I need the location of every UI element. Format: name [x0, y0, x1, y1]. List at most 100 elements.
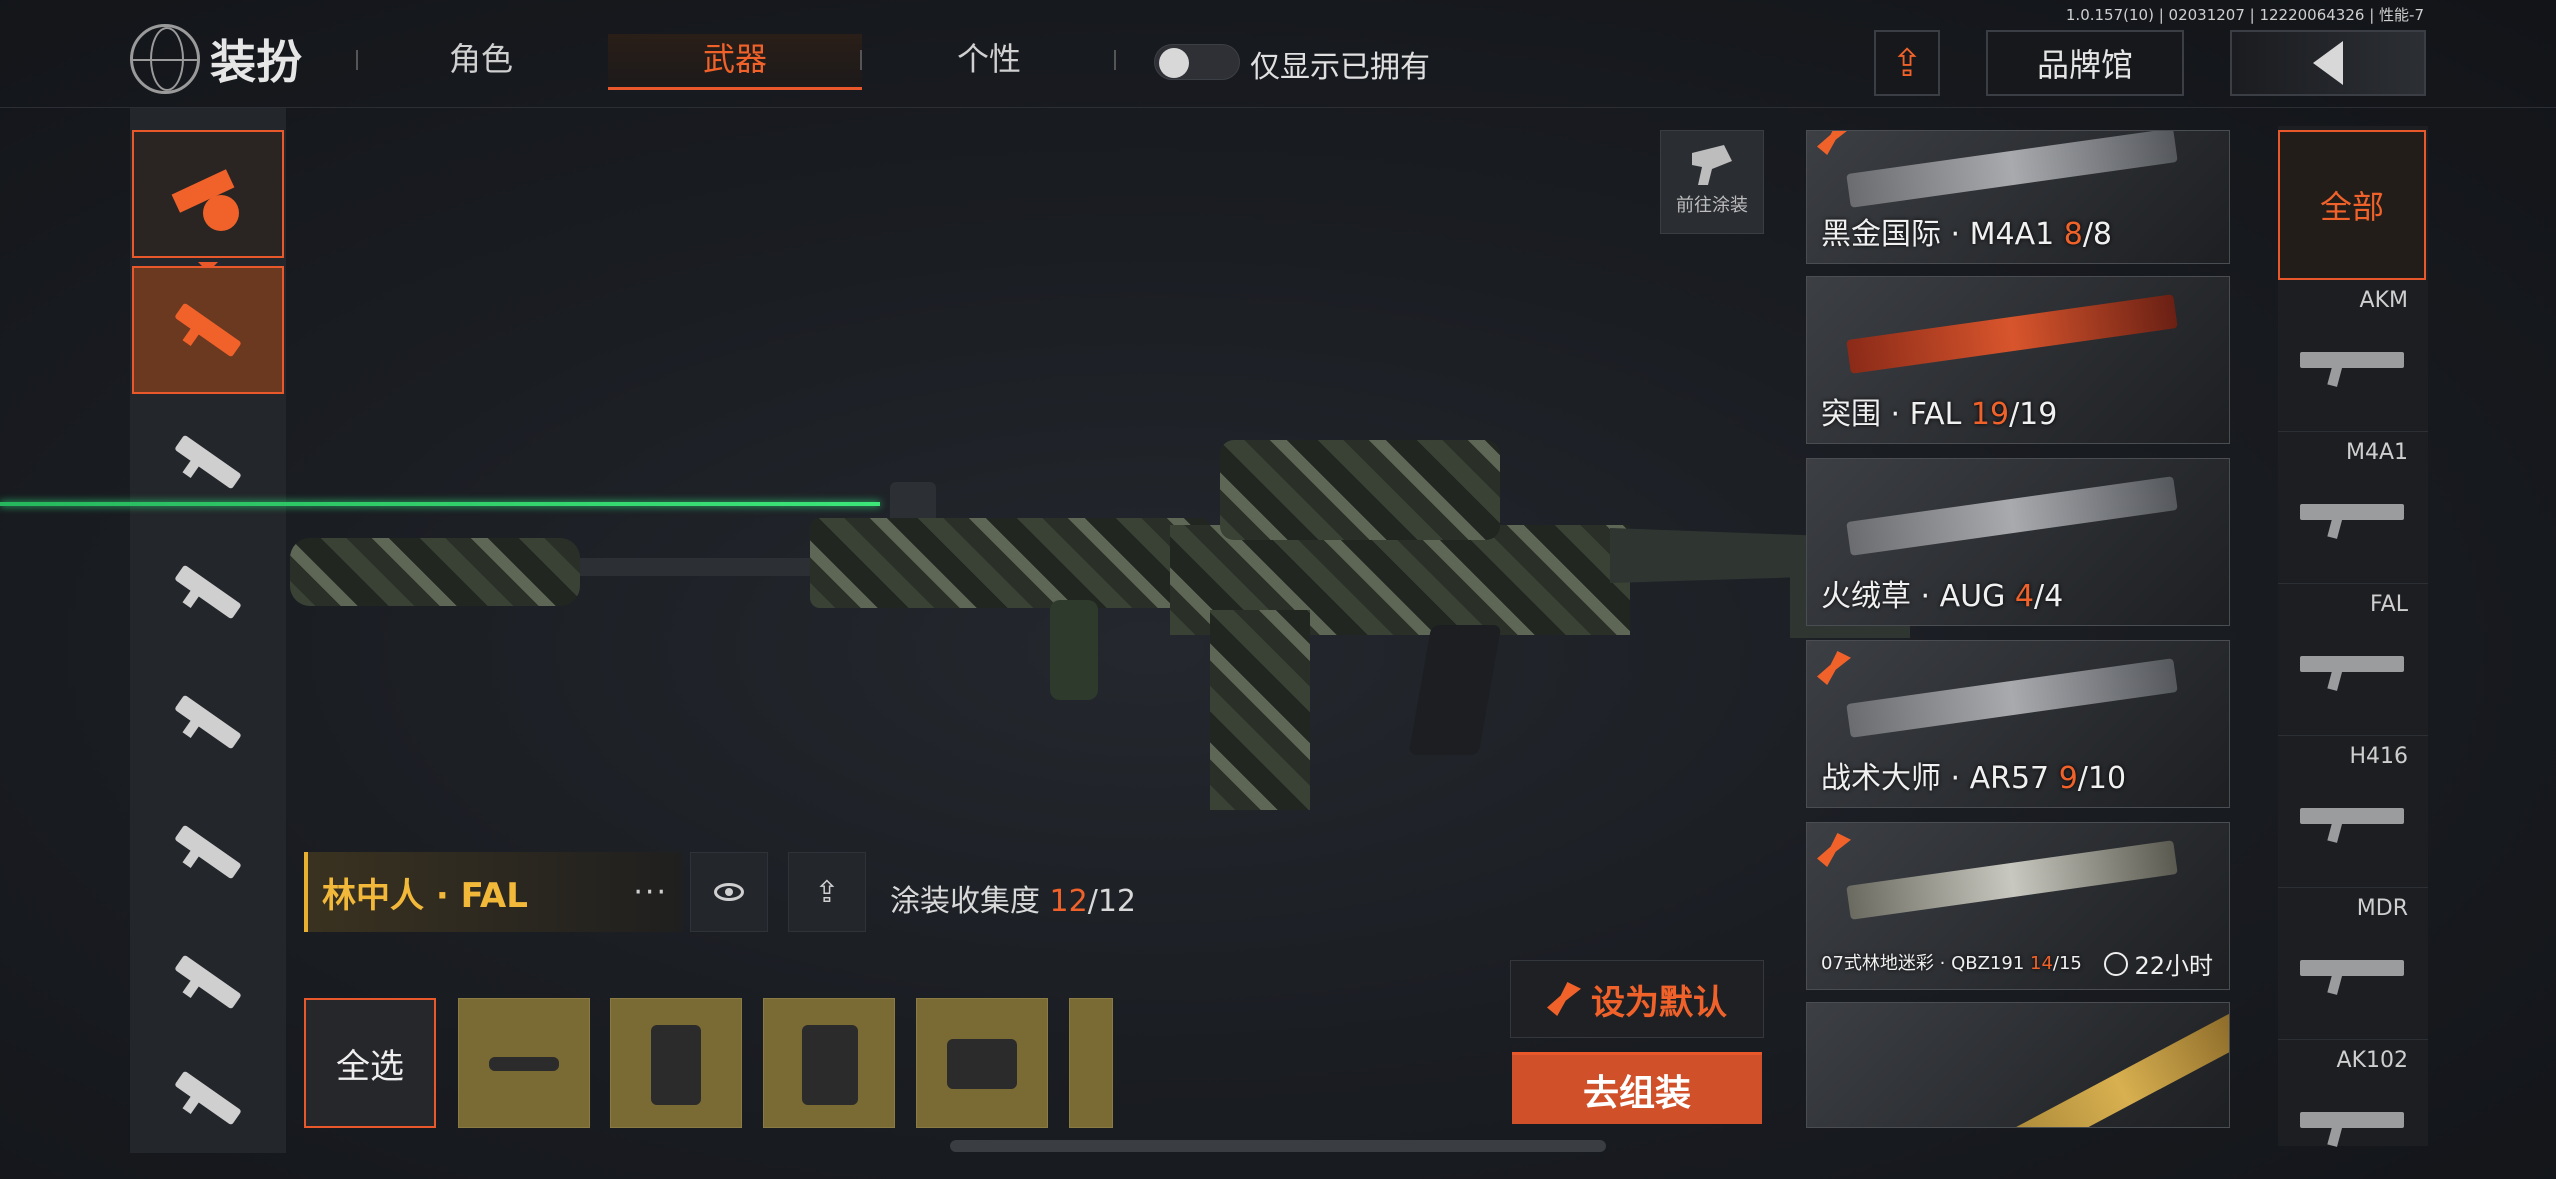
clock-icon	[2104, 951, 2129, 976]
skin-card[interactable]	[1806, 1002, 2230, 1128]
assemble-button[interactable]: 去组装	[1512, 1052, 1762, 1124]
skin-card[interactable]: 黑金国际 · M4A1 8/8	[1806, 130, 2230, 264]
brand-hall-button[interactable]: 品牌馆	[1986, 30, 2184, 96]
skin-card-label: 黑金国际 · M4A1 8/8	[1821, 217, 2113, 252]
sidebar-item-sniper[interactable]	[132, 528, 284, 656]
skin-card-image	[1846, 658, 2178, 738]
sidebar-item-rifle[interactable]	[132, 788, 284, 916]
marksman-rifle-icon	[174, 694, 242, 750]
filter-all[interactable]: 全部	[2278, 130, 2426, 280]
go-paint-label: 前往涂装	[1676, 195, 1748, 216]
collection-current: 12	[1049, 884, 1088, 919]
part-thumbnail	[802, 1025, 858, 1105]
rifle-icon	[2300, 808, 2404, 824]
rifle-icon	[2300, 960, 2404, 976]
assault-rifle-icon	[174, 302, 242, 358]
weapon-foregrip	[1050, 600, 1098, 700]
globe-icon	[130, 24, 200, 94]
home-indicator[interactable]	[950, 1140, 1606, 1152]
weapon-barrel	[570, 558, 830, 576]
weapon-type-sidebar	[130, 108, 286, 1153]
rifle-icon	[2300, 352, 2404, 368]
filter-item[interactable]: M4A1	[2278, 434, 2428, 584]
tab-personality[interactable]: 个性	[862, 34, 1116, 90]
part-thumbnail	[489, 1057, 559, 1071]
weapon-category-icon	[171, 159, 243, 231]
preview-button[interactable]	[690, 852, 768, 932]
part-slot[interactable]	[763, 998, 895, 1128]
paint-gun-icon	[1692, 145, 1732, 185]
paint-tag-icon	[1817, 131, 1851, 155]
paint-tag-icon	[1817, 651, 1851, 685]
weapon-suppressor	[290, 538, 580, 606]
skin-card-timer: 22小时	[2104, 946, 2213, 981]
owned-only-label: 仅显示已拥有	[1250, 50, 1430, 85]
sidebar-item-marksman[interactable]	[132, 658, 284, 786]
skin-card-label: 07式林地迷彩 · QBZ191 14/15	[1821, 953, 2082, 974]
skin-card-image	[1846, 840, 2178, 920]
filter-item[interactable]: AKM	[2278, 282, 2428, 432]
skin-name: 林中人 · FAL	[322, 875, 528, 916]
weapon-magazine	[1210, 610, 1310, 810]
filter-item[interactable]: MDR	[2278, 890, 2428, 1040]
paint-tag-icon	[1817, 833, 1851, 867]
shotgun-icon	[174, 954, 242, 1010]
rifle-icon	[174, 1070, 242, 1126]
select-all-button[interactable]: 全选	[304, 998, 436, 1128]
eye-icon	[714, 883, 744, 901]
rifle-icon	[2300, 656, 2404, 672]
skin-name-bar[interactable]: 林中人 · FAL ···	[304, 852, 682, 932]
part-slot[interactable]	[610, 998, 742, 1128]
skin-card[interactable]: 突围 · FAL 19/19	[1806, 276, 2230, 444]
part-slot[interactable]	[916, 998, 1048, 1128]
part-slot[interactable]	[458, 998, 590, 1128]
page-header: 装扮	[130, 24, 302, 94]
weapon-category-button[interactable]	[132, 130, 284, 258]
skin-card-image	[1968, 1003, 2229, 1127]
skin-card[interactable]: 战术大师 · AR57 9/10	[1806, 640, 2230, 808]
rifle-icon	[2300, 504, 2404, 520]
go-paint-button[interactable]: 前往涂装	[1660, 130, 1764, 234]
sidebar-item-shotgun[interactable]	[132, 918, 284, 1046]
rifle-icon	[2300, 1112, 2404, 1128]
tab-character[interactable]: 角色	[354, 34, 608, 90]
skin-card-image	[1846, 294, 2178, 374]
part-slot[interactable]	[1069, 998, 1113, 1128]
brush-icon	[1547, 982, 1581, 1016]
divider	[1114, 50, 1116, 70]
top-bar: 装扮 角色 武器 个性 仅显示已拥有 ⇪ 品牌馆	[0, 0, 2556, 108]
share-icon: ⇪	[1891, 41, 1923, 85]
weapon-filter-panel: 全部 AKM M4A1 FAL H416 MDR AK102	[2278, 126, 2428, 1146]
page-title: 装扮	[210, 35, 302, 89]
share-icon: ⇪	[814, 874, 840, 910]
back-arrow-icon	[2313, 41, 2343, 85]
weapon-preview[interactable]	[290, 430, 1910, 830]
set-default-label: 设为默认	[1591, 982, 1727, 1023]
part-thumbnail	[651, 1025, 701, 1105]
back-button[interactable]	[2230, 30, 2426, 96]
sidebar-item-assault-rifle[interactable]	[132, 266, 284, 394]
collection-label: 涂装收集度	[890, 884, 1040, 919]
part-thumbnail	[947, 1039, 1017, 1089]
collection-total: /12	[1087, 884, 1137, 919]
tab-weapon[interactable]: 武器	[608, 34, 862, 90]
owned-only-toggle[interactable]	[1154, 44, 1240, 80]
toggle-knob	[1159, 48, 1189, 78]
filter-item[interactable]: H416	[2278, 738, 2428, 888]
weapon-scope	[1220, 440, 1500, 540]
filter-item[interactable]: AK102	[2278, 1042, 2428, 1146]
filter-item[interactable]: FAL	[2278, 586, 2428, 736]
sidebar-item-rifle-2[interactable]	[132, 1043, 284, 1153]
skin-card-label: 火绒草 · AUG 4/4	[1821, 579, 2064, 614]
sidebar-item-smg[interactable]	[132, 398, 284, 526]
skin-card[interactable]: 火绒草 · AUG 4/4	[1806, 458, 2230, 626]
weapon-handguard	[810, 518, 1210, 608]
skin-card-image	[1846, 476, 2178, 556]
smg-icon	[174, 434, 242, 490]
set-default-button[interactable]: 设为默认	[1510, 960, 1764, 1038]
skin-card[interactable]: 07式林地迷彩 · QBZ191 14/15 22小时	[1806, 822, 2230, 990]
share-skin-button[interactable]: ⇪	[788, 852, 866, 932]
more-options-icon[interactable]: ···	[633, 875, 668, 910]
share-button[interactable]: ⇪	[1874, 30, 1940, 96]
skin-card-image	[1846, 131, 2178, 208]
